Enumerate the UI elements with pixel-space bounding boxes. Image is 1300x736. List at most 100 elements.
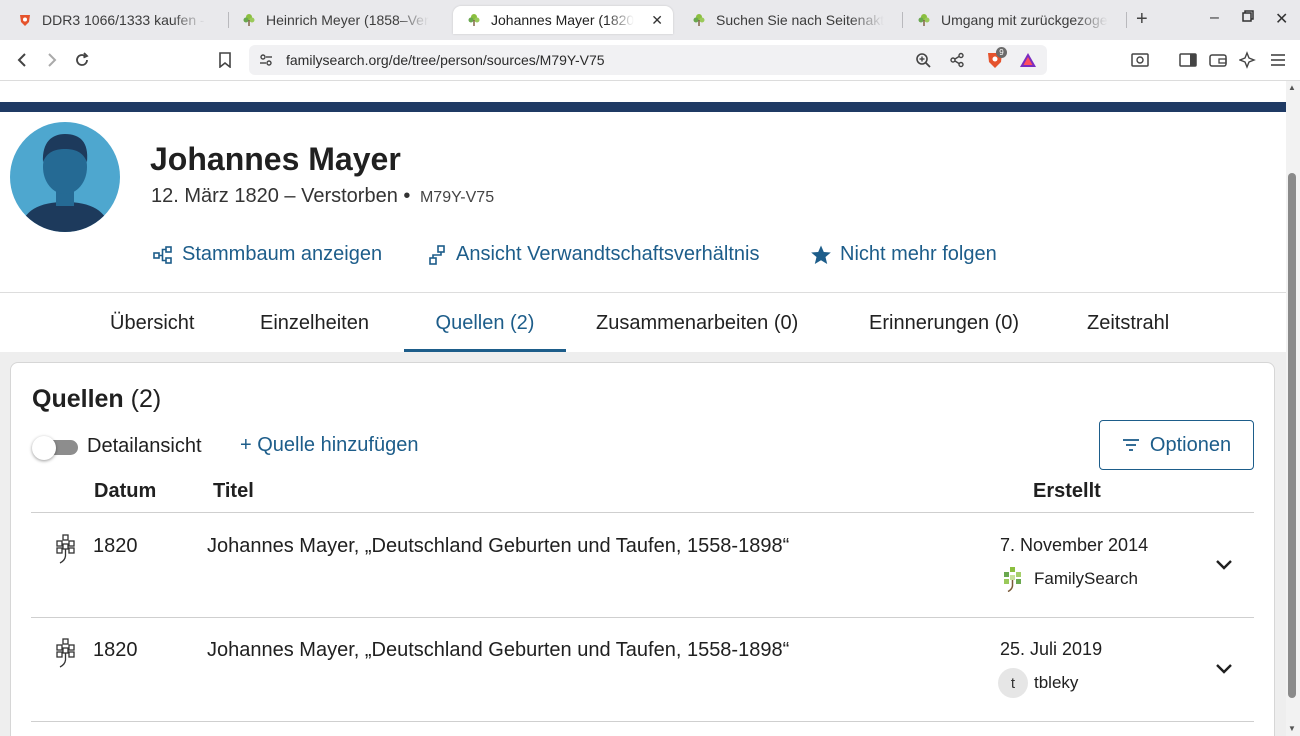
tree-source-icon xyxy=(53,638,79,668)
familysearch-tree-icon xyxy=(998,564,1028,594)
avatar xyxy=(10,122,120,232)
column-created[interactable]: Erstellt xyxy=(1033,480,1101,503)
tab-label: Übersicht xyxy=(110,311,195,334)
scroll-up-icon[interactable]: ▲ xyxy=(1288,83,1296,92)
chevron-down-icon[interactable] xyxy=(1214,554,1234,574)
forward-icon[interactable] xyxy=(42,50,62,70)
created-date: 25. Juli 2019 xyxy=(1000,639,1103,659)
options-button[interactable]: Optionen xyxy=(1099,420,1254,470)
browser-tab-heinrich-meyer[interactable]: Heinrich Meyer (1858–Ver xyxy=(228,6,446,34)
created-by-name[interactable]: tbleky xyxy=(1034,673,1078,693)
add-source-link[interactable]: + Quelle hinzufügen xyxy=(240,434,418,457)
site-settings-icon[interactable] xyxy=(259,53,273,72)
source-title[interactable]: Johannes Mayer, „Deutschland Geburten un… xyxy=(207,535,789,558)
url-text: familysearch.org/de/tree/person/sources/… xyxy=(286,52,605,68)
filter-icon xyxy=(1122,438,1140,452)
person-name: Johannes Mayer xyxy=(150,141,401,177)
created-date: 7. November 2014 xyxy=(1000,535,1149,555)
person-silhouette-icon xyxy=(20,134,110,232)
tab-details[interactable]: Einzelheiten xyxy=(260,293,369,353)
person-tabs: Übersicht Einzelheiten Quellen (2) Zusam… xyxy=(0,292,1286,353)
tab-title: Suchen Sie nach Seitenakt xyxy=(716,12,885,28)
wallet-icon[interactable] xyxy=(1208,50,1228,70)
view-tree-link[interactable]: Stammbaum anzeigen xyxy=(152,243,382,266)
sources-heading-text: Quellen xyxy=(32,385,124,413)
tab-label: Zusammenarbeiten (0) xyxy=(596,311,799,334)
sources-card: Quellen (2) Detailansicht + Quelle hinzu… xyxy=(10,362,1275,736)
table-row[interactable]: 1820 Johannes Mayer, „Deutschland Geburt… xyxy=(31,514,1254,618)
brave-lion-icon xyxy=(18,13,32,27)
tab-label: Zeitstrahl xyxy=(1087,311,1170,334)
source-year: 1820 xyxy=(93,639,138,661)
browser-tab-suchen[interactable]: Suchen Sie nach Seitenakt xyxy=(678,6,896,34)
tab-label: Quellen (2) xyxy=(435,311,535,334)
tab-title: Heinrich Meyer (1858–Ver xyxy=(266,12,429,28)
sources-count: (2) xyxy=(130,385,162,413)
view-tree-label: Stammbaum anzeigen xyxy=(182,243,383,265)
bookmark-icon[interactable] xyxy=(215,50,235,70)
tab-memories[interactable]: Erinnerungen (0) xyxy=(869,293,1019,353)
created-by: FamilySearch xyxy=(998,564,1138,594)
browser-tab-johannes-mayer[interactable]: Johannes Mayer (1820 ✕ xyxy=(453,6,673,34)
browser-tab-ddr3[interactable]: DDR3 1066/1333 kaufen - xyxy=(4,6,222,34)
browser-tab-bar: DDR3 1066/1333 kaufen - Heinrich Meyer (… xyxy=(0,0,1300,40)
reload-icon[interactable] xyxy=(72,50,92,70)
tree-view-icon xyxy=(152,244,174,266)
reader-mode-icon[interactable] xyxy=(1130,50,1150,70)
unfollow-link[interactable]: Nicht mehr folgen xyxy=(810,243,997,266)
brave-shields-icon[interactable]: 9 xyxy=(985,47,1007,75)
close-tab-icon[interactable]: ✕ xyxy=(651,12,663,29)
relationship-view-link[interactable]: Ansicht Verwandtschaftsverhältnis xyxy=(426,243,760,266)
zoom-icon[interactable] xyxy=(915,52,931,73)
scroll-down-icon[interactable]: ▼ xyxy=(1288,724,1296,733)
relationship-icon xyxy=(426,244,448,266)
chevron-down-icon[interactable] xyxy=(1214,658,1234,678)
tab-collaborate[interactable]: Zusammenarbeiten (0) xyxy=(596,293,798,353)
source-title[interactable]: Johannes Mayer, „Deutschland Geburten un… xyxy=(207,639,789,662)
familysearch-tree-icon xyxy=(467,13,481,27)
column-date[interactable]: Datum xyxy=(94,480,156,503)
unfollow-label: Nicht mehr folgen xyxy=(840,243,997,265)
browser-nav-bar: familysearch.org/de/tree/person/sources/… xyxy=(0,40,1300,81)
tab-label: Einzelheiten xyxy=(260,311,369,334)
column-title[interactable]: Titel xyxy=(213,480,254,503)
sources-table-header: Datum Titel Erstellt xyxy=(31,473,1254,513)
tab-timeline[interactable]: Zeitstrahl xyxy=(1087,293,1169,353)
star-icon xyxy=(810,244,832,266)
leo-ai-icon[interactable] xyxy=(1238,50,1258,70)
table-row[interactable]: 1820 Johannes Mayer, „Deutschland Geburt… xyxy=(31,618,1254,722)
scrollbar-thumb[interactable] xyxy=(1288,173,1296,698)
lifespan: 12. März 1820 – Verstorben xyxy=(151,185,398,207)
page-scrollbar[interactable]: ▲ ▼ xyxy=(1286,81,1300,736)
detail-view-toggle[interactable] xyxy=(32,436,78,460)
brave-rewards-icon[interactable] xyxy=(1019,51,1037,74)
user-initial-avatar: t xyxy=(998,668,1028,698)
person-id[interactable]: M79Y-V75 xyxy=(420,189,494,206)
close-window-icon[interactable]: ✕ xyxy=(1275,9,1288,29)
back-icon[interactable] xyxy=(12,50,32,70)
familysearch-tree-icon xyxy=(242,13,256,27)
page-content: Johannes Mayer 12. März 1820 – Verstorbe… xyxy=(0,81,1286,736)
minimize-icon[interactable]: – xyxy=(1210,9,1219,27)
tab-label: Erinnerungen (0) xyxy=(869,311,1020,334)
sources-heading: Quellen (2) xyxy=(32,385,161,414)
separator: • xyxy=(403,185,411,207)
detail-view-label: Detailansicht xyxy=(87,435,202,457)
toggle-knob xyxy=(32,436,56,460)
browser-tab-umgang[interactable]: Umgang mit zurückgezoge xyxy=(903,6,1125,34)
shield-count-badge: 9 xyxy=(996,47,1007,58)
familysearch-tree-icon xyxy=(917,13,931,27)
created-by-name[interactable]: FamilySearch xyxy=(1034,569,1138,589)
share-icon[interactable] xyxy=(949,52,965,73)
menu-icon[interactable] xyxy=(1268,50,1288,70)
address-bar[interactable]: familysearch.org/de/tree/person/sources/… xyxy=(249,45,1047,75)
sidebar-toggle-icon[interactable] xyxy=(1178,50,1198,70)
options-label: Optionen xyxy=(1149,433,1232,456)
source-year: 1820 xyxy=(93,535,138,557)
tab-overview[interactable]: Übersicht xyxy=(110,293,194,353)
tab-title: Johannes Mayer (1820 xyxy=(491,12,635,28)
created-by: t tbleky xyxy=(998,668,1078,698)
tab-sources[interactable]: Quellen (2) xyxy=(404,293,566,353)
restore-icon[interactable] xyxy=(1242,9,1254,27)
new-tab-icon[interactable]: + xyxy=(1136,8,1148,31)
